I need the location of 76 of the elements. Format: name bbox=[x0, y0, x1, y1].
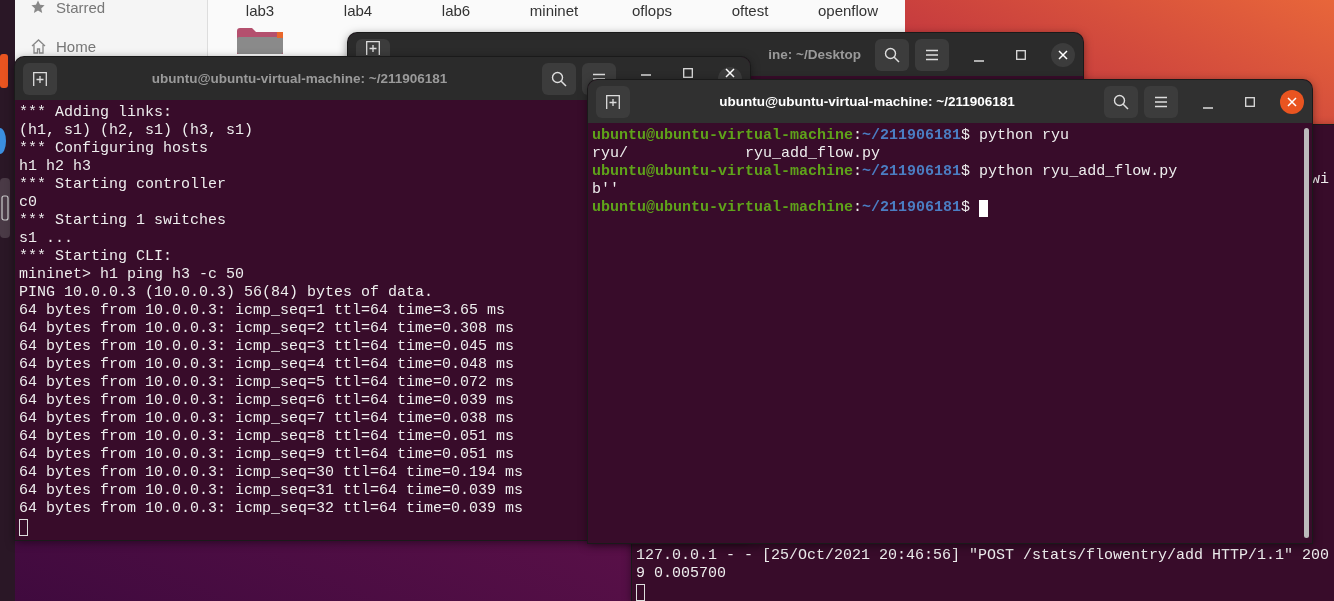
terminal-line: 64 bytes from 10.0.0.3: icmp_seq=6 ttl=64 time=0.039 ms bbox=[19, 392, 515, 410]
terminal-line: 64 bytes from 10.0.0.3: icmp_seq=4 ttl=64 time=0.048 ms bbox=[19, 356, 515, 374]
sidebar-item[interactable]: Starred bbox=[15, 0, 207, 18]
maximize-icon bbox=[1245, 96, 1255, 107]
terminal-line: *** Starting CLI: bbox=[19, 248, 173, 266]
close-button[interactable] bbox=[718, 67, 742, 79]
menu-button[interactable] bbox=[1144, 85, 1178, 118]
terminal-line: ubuntu@ubuntu-virtual-machine:~/211906181$ bbox=[592, 199, 1310, 217]
terminal-line: 64 bytes from 10.0.0.3: icmp_seq=7 ttl=64 time=0.038 ms bbox=[19, 410, 515, 428]
minimize-icon bbox=[974, 59, 984, 62]
terminal-line: 127.0.0.1 - - [25/Oct/2021 20:46:56] "POST /stats/flowentry/add HTTP/1.1" 200 bbox=[636, 547, 1330, 565]
close-icon bbox=[1287, 96, 1297, 107]
window-title: ubuntu@ubuntu-virtual-machine: ~/211906181 bbox=[150, 71, 449, 86]
folder-name[interactable]: oftest bbox=[731, 0, 769, 19]
search-icon bbox=[1113, 93, 1129, 110]
sidebar-item[interactable]: Home bbox=[15, 35, 207, 57]
new-tab-icon bbox=[33, 71, 47, 86]
terminal-line: 64 bytes from 10.0.0.3: icmp_seq=5 ttl=64 time=0.072 ms bbox=[19, 374, 515, 392]
folder-name[interactable]: oflops bbox=[632, 0, 672, 19]
terminal-line: c0 bbox=[19, 194, 37, 212]
terminal-line: b'' bbox=[592, 181, 619, 199]
new-tab-icon bbox=[606, 94, 620, 109]
scrollbar[interactable] bbox=[1304, 128, 1309, 538]
maximize-icon bbox=[1016, 49, 1026, 60]
folder-icon[interactable] bbox=[237, 28, 283, 54]
terminal-line: *** Configuring hosts bbox=[19, 140, 209, 158]
terminal-line: 64 bytes from 10.0.0.3: icmp_seq=31 ttl=64 time=0.039 ms bbox=[19, 482, 524, 500]
menu-icon bbox=[925, 48, 939, 61]
close-button[interactable] bbox=[1280, 89, 1304, 114]
terminal-line: ryu/ ryu_add_flow.py bbox=[592, 145, 881, 163]
minimize-icon bbox=[641, 74, 651, 76]
terminal-line: 64 bytes from 10.0.0.3: icmp_seq=2 ttl=64 time=0.308 ms bbox=[19, 320, 515, 338]
folder-name[interactable]: lab4 bbox=[343, 0, 373, 19]
star-icon bbox=[31, 0, 46, 15]
terminal-line: ubuntu@ubuntu-virtual-machine:~/211906181$ python ryu bbox=[592, 127, 1071, 145]
terminal-line: s1 ... bbox=[19, 230, 73, 248]
terminal-line: ubuntu@ubuntu-virtual-machine:~/211906181$ python ryu_add_flow.py bbox=[592, 163, 1179, 181]
window-title: ubuntu@ubuntu-virtual-machine: ~/211906181 bbox=[718, 94, 1016, 109]
close-button[interactable] bbox=[1051, 42, 1075, 67]
terminal-line: 64 bytes from 10.0.0.3: icmp_seq=3 ttl=64 time=0.045 ms bbox=[19, 338, 515, 356]
search-icon bbox=[884, 46, 900, 63]
new-tab-button[interactable] bbox=[23, 62, 57, 95]
menu-button[interactable] bbox=[915, 38, 949, 71]
folder-name[interactable]: lab3 bbox=[245, 0, 275, 19]
terminal-line: PING 10.0.0.3 (10.0.0.3) 56(84) bytes of data. bbox=[19, 284, 434, 302]
folder-name[interactable]: openflow bbox=[817, 0, 878, 19]
app-icon[interactable] bbox=[0, 178, 10, 238]
maximize-icon bbox=[683, 68, 693, 78]
terminal-line: 64 bytes from 10.0.0.3: icmp_seq=9 ttl=64 time=0.051 ms bbox=[19, 446, 515, 464]
search-button[interactable] bbox=[1104, 85, 1138, 118]
folder-name[interactable]: lab6 bbox=[441, 0, 471, 19]
close-icon bbox=[1058, 49, 1068, 60]
window-title: ine: ~/Desktop bbox=[767, 47, 862, 62]
folder-name[interactable]: mininet bbox=[529, 0, 579, 19]
search-icon bbox=[551, 70, 567, 87]
new-tab-button[interactable] bbox=[596, 85, 630, 118]
terminal-line: 64 bytes from 10.0.0.3: icmp_seq=32 ttl=64 time=0.039 ms bbox=[19, 500, 524, 518]
search-button[interactable] bbox=[875, 38, 909, 71]
close-icon bbox=[725, 68, 735, 78]
terminal-line: (h1, s1) (h2, s1) (h3, s1) bbox=[19, 122, 254, 140]
app-icon[interactable] bbox=[0, 128, 6, 154]
terminal-line: 64 bytes from 10.0.0.3: icmp_seq=1 ttl=64 time=3.65 ms bbox=[19, 302, 506, 320]
search-button[interactable] bbox=[542, 62, 576, 95]
menu-icon bbox=[1154, 95, 1168, 108]
terminal-line: *** Adding links: bbox=[19, 104, 173, 122]
home-icon bbox=[31, 38, 46, 54]
terminal-line: 64 bytes from 10.0.0.3: icmp_seq=8 ttl=64 time=0.051 ms bbox=[19, 428, 515, 446]
terminal-line: 9 0.005700 bbox=[636, 565, 726, 583]
terminal-line: h1 h2 h3 bbox=[19, 158, 91, 176]
terminal-line: *** Starting controller bbox=[19, 176, 227, 194]
terminal-line: *** Starting 1 switches bbox=[19, 212, 227, 230]
terminal-line: mininet> h1 ping h3 -c 50 bbox=[19, 266, 245, 284]
new-tab-icon bbox=[366, 41, 380, 55]
new-tab-button[interactable] bbox=[356, 39, 390, 57]
terminal-line: 64 bytes from 10.0.0.3: icmp_seq=30 ttl=64 time=0.194 ms bbox=[19, 464, 524, 482]
minimize-icon bbox=[1203, 106, 1213, 109]
